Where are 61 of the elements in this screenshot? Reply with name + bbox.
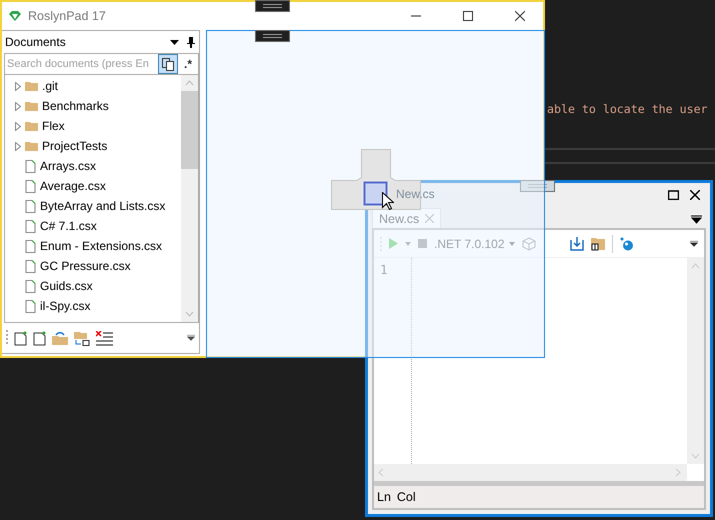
- regex-toggle[interactable]: .*: [178, 54, 198, 74]
- filter-toggle[interactable]: [158, 54, 178, 74]
- dropdown-icon[interactable]: [170, 40, 179, 44]
- folder-link-icon[interactable]: [74, 330, 90, 346]
- file-icon: [25, 280, 36, 292]
- file-icon: [25, 240, 36, 252]
- save-icon[interactable]: [570, 236, 584, 250]
- folder-item[interactable]: .git: [5, 76, 181, 96]
- clear-list-icon[interactable]: [96, 330, 113, 346]
- folder-icon: [25, 81, 38, 91]
- folder-icon: [25, 141, 38, 151]
- expand-arrow-icon[interactable]: [15, 82, 21, 90]
- file-item[interactable]: Guids.csx: [5, 276, 181, 296]
- maximize-icon[interactable]: [463, 11, 473, 21]
- package-folder-icon[interactable]: [590, 236, 604, 250]
- expand-arrow-icon[interactable]: [15, 102, 21, 110]
- gem-icon: [8, 10, 22, 22]
- folder-item[interactable]: Flex: [5, 116, 181, 136]
- window-title: RoslynPad 17: [28, 9, 107, 23]
- file-icon: [25, 300, 36, 312]
- folder-icon: [25, 101, 38, 111]
- panel-title: Documents: [5, 35, 67, 49]
- close-icon[interactable]: [690, 190, 700, 200]
- open-folder-icon[interactable]: [52, 331, 68, 345]
- expand-arrow-icon[interactable]: [15, 122, 21, 130]
- drag-label: New.cs: [396, 187, 435, 201]
- cursor-icon: [382, 192, 394, 210]
- dock-handle[interactable]: [255, 30, 290, 42]
- pin-icon[interactable]: [187, 36, 195, 48]
- file-item[interactable]: il-Spy.csx: [5, 296, 181, 316]
- overflow-icon[interactable]: [187, 335, 195, 341]
- maximize-icon[interactable]: [668, 190, 678, 200]
- folder-item[interactable]: Benchmarks: [5, 96, 181, 116]
- file-icon: [25, 200, 36, 212]
- file-icon: [25, 160, 36, 172]
- column-label: Col: [396, 490, 416, 504]
- minimize-icon[interactable]: [411, 15, 421, 17]
- file-item[interactable]: GC Pressure.csx: [5, 256, 181, 276]
- file-item[interactable]: Enum - Extensions.csx: [5, 236, 181, 256]
- file-item[interactable]: ByteArray and Lists.csx: [5, 196, 181, 216]
- search-field[interactable]: Search documents (press En .*: [4, 53, 199, 75]
- code-line: able to locate the user: [547, 102, 708, 116]
- folder-item[interactable]: ProjectTests: [5, 136, 181, 156]
- dock-handle[interactable]: [520, 180, 555, 192]
- file-item[interactable]: Arrays.csx: [5, 156, 181, 176]
- file-item[interactable]: C# 7.1.csx: [5, 216, 181, 236]
- dock-handle[interactable]: [255, 0, 290, 12]
- file-item[interactable]: Average.csx: [5, 176, 181, 196]
- new-file-icon[interactable]: [14, 330, 27, 346]
- file-icon: [25, 220, 36, 232]
- tab-list-icon[interactable]: [691, 215, 702, 224]
- file-icon: [25, 180, 36, 192]
- expand-arrow-icon[interactable]: [15, 142, 21, 150]
- line-number: 1: [380, 262, 389, 277]
- close-icon[interactable]: [515, 11, 525, 21]
- file-icon: [25, 260, 36, 272]
- new-script-icon[interactable]: [33, 330, 46, 346]
- overflow-icon[interactable]: [690, 240, 698, 246]
- dots-icon[interactable]: [620, 236, 634, 250]
- folder-icon: [25, 121, 38, 131]
- line-label: Ln: [377, 490, 391, 504]
